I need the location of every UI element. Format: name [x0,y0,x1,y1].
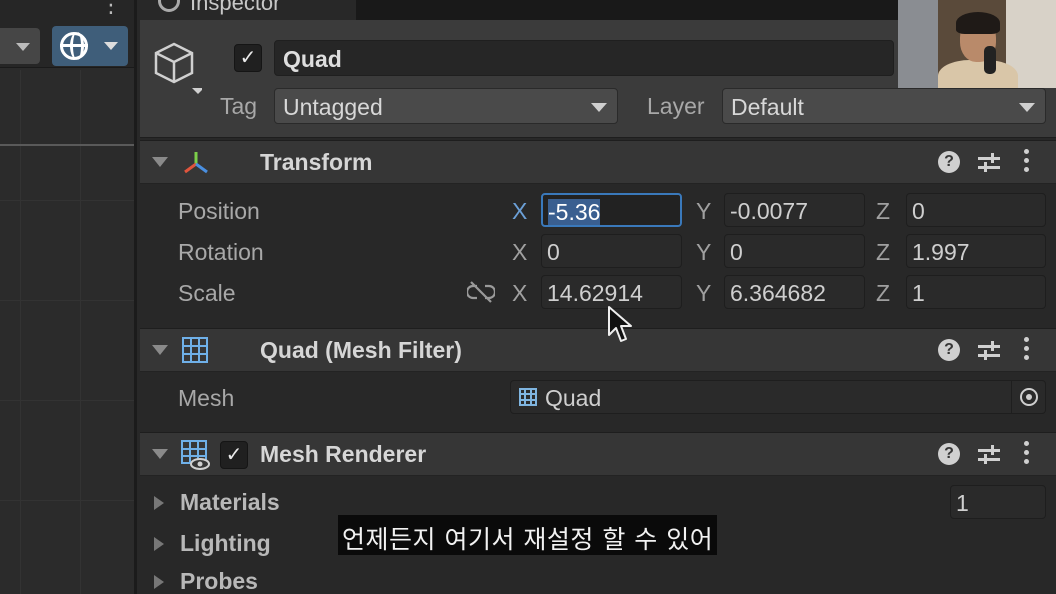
component-title: Quad (Mesh Filter) [260,337,462,363]
gameobject-name-field[interactable]: Quad [274,40,894,76]
position-y-field[interactable]: -0.0077 [724,193,865,227]
component-title: Transform [260,149,373,175]
chevron-down-icon [16,43,30,51]
tag-label: Tag [220,93,258,119]
component-title: Mesh Renderer [260,441,427,467]
axis-x-label[interactable]: X [512,280,527,307]
mesh-filter-header[interactable]: Quad (Mesh Filter) ? [140,328,1056,372]
materials-foldout[interactable]: Materials [180,489,280,516]
layer-value: Default [731,94,804,120]
chevron-down-icon [104,42,118,50]
foldout-arrow-icon[interactable] [154,575,164,589]
cube-icon[interactable] [152,40,202,98]
mesh-value: Quad [545,385,602,411]
lighting-foldout[interactable]: Lighting [180,530,271,557]
gizmos-button[interactable] [52,26,128,66]
scene-grid-line [0,500,134,501]
scale-x-field[interactable]: 14.62914 [541,275,682,309]
axis-y-label[interactable]: Y [696,280,711,307]
transform-axes-icon [184,152,208,174]
position-x-value: -5.36 [548,199,601,225]
gizmo-globe-icon [60,32,88,60]
webcam-background [898,0,938,88]
help-icon[interactable]: ? [938,151,960,173]
help-icon[interactable]: ? [938,339,960,361]
scale-y-field[interactable]: 6.364682 [724,275,865,309]
axis-y-label[interactable]: Y [696,239,711,266]
kebab-menu-icon[interactable] [1024,337,1030,365]
scene-grid-line [0,300,134,301]
draw-mode-dropdown[interactable] [0,28,40,64]
scale-label: Scale [178,280,236,306]
object-picker-icon[interactable] [1011,381,1045,413]
scale-z-field[interactable]: 1 [906,275,1046,309]
kebab-menu-icon[interactable] [1024,441,1030,469]
presets-icon[interactable] [978,443,1002,467]
scene-grid-line [0,200,134,201]
presets-icon[interactable] [978,151,1002,175]
scene-toolbar: ⋮ [0,0,134,68]
axis-z-label[interactable]: Z [876,198,890,225]
active-checkbox[interactable]: ✓ [234,44,262,72]
mesh-icon [519,388,537,406]
scene-grid-line [0,400,134,401]
position-label: Position [178,198,260,224]
webcam-person-body [938,60,1018,88]
probes-foldout[interactable]: Probes [180,568,258,594]
foldout-arrow-icon[interactable] [152,449,168,459]
scene-separator [0,144,134,146]
foldout-arrow-icon[interactable] [152,157,168,167]
tag-dropdown[interactable]: Untagged [274,88,618,124]
scene-view-strip: ⋮ [0,0,137,594]
axis-z-label[interactable]: Z [876,239,890,266]
microphone [984,46,996,74]
mesh-label: Mesh [178,385,235,411]
mesh-renderer-enabled-checkbox[interactable]: ✓ [220,441,248,469]
chevron-down-icon [1019,103,1035,112]
more-options-icon[interactable]: ⋮ [100,0,122,18]
tab-label: Inspector [190,0,281,15]
mesh-renderer-header[interactable]: ✓ Mesh Renderer ? [140,432,1056,476]
mesh-renderer-icon [181,440,210,470]
foldout-arrow-icon[interactable] [152,345,168,355]
axis-y-label[interactable]: Y [696,198,711,225]
rotation-y-field[interactable]: 0 [724,234,865,268]
presets-icon[interactable] [978,339,1002,363]
tag-value: Untagged [283,94,383,120]
scene-grid-line [80,70,81,594]
rotation-label: Rotation [178,239,264,265]
foldout-arrow-icon[interactable] [154,496,164,510]
rotation-z-field[interactable]: 1.997 [906,234,1046,268]
mesh-grid-icon [182,337,208,363]
info-icon [158,0,180,12]
webcam-person-hair [956,12,1000,34]
mouse-cursor-icon [608,306,632,342]
rotation-x-field[interactable]: 0 [541,234,682,268]
transform-header[interactable]: Transform ? [140,140,1056,184]
kebab-menu-icon[interactable] [1024,149,1030,177]
layer-label: Layer [647,93,705,119]
axis-x-label[interactable]: X [512,198,527,225]
chevron-down-icon [591,103,607,112]
tab-inspector[interactable]: Inspector [140,0,358,20]
help-icon[interactable]: ? [938,443,960,465]
video-caption: 언제든지 여기서 재설정 할 수 있어 [338,515,718,555]
axis-z-label[interactable]: Z [876,280,890,307]
mesh-object-field[interactable]: Quad [510,380,1046,414]
materials-count-field[interactable]: 1 [950,485,1046,519]
axis-x-label[interactable]: X [512,239,527,266]
position-x-field[interactable]: -5.36 [541,193,682,227]
position-z-field[interactable]: 0 [906,193,1046,227]
layer-dropdown[interactable]: Default [722,88,1046,124]
foldout-arrow-icon[interactable] [154,537,164,551]
constrain-proportions-icon[interactable] [467,280,495,304]
inspector-panel: Inspector ✓ Quad Tag Untagged Layer Defa… [140,0,1056,594]
scene-grid-line [20,70,21,594]
webcam-overlay [898,0,1056,88]
